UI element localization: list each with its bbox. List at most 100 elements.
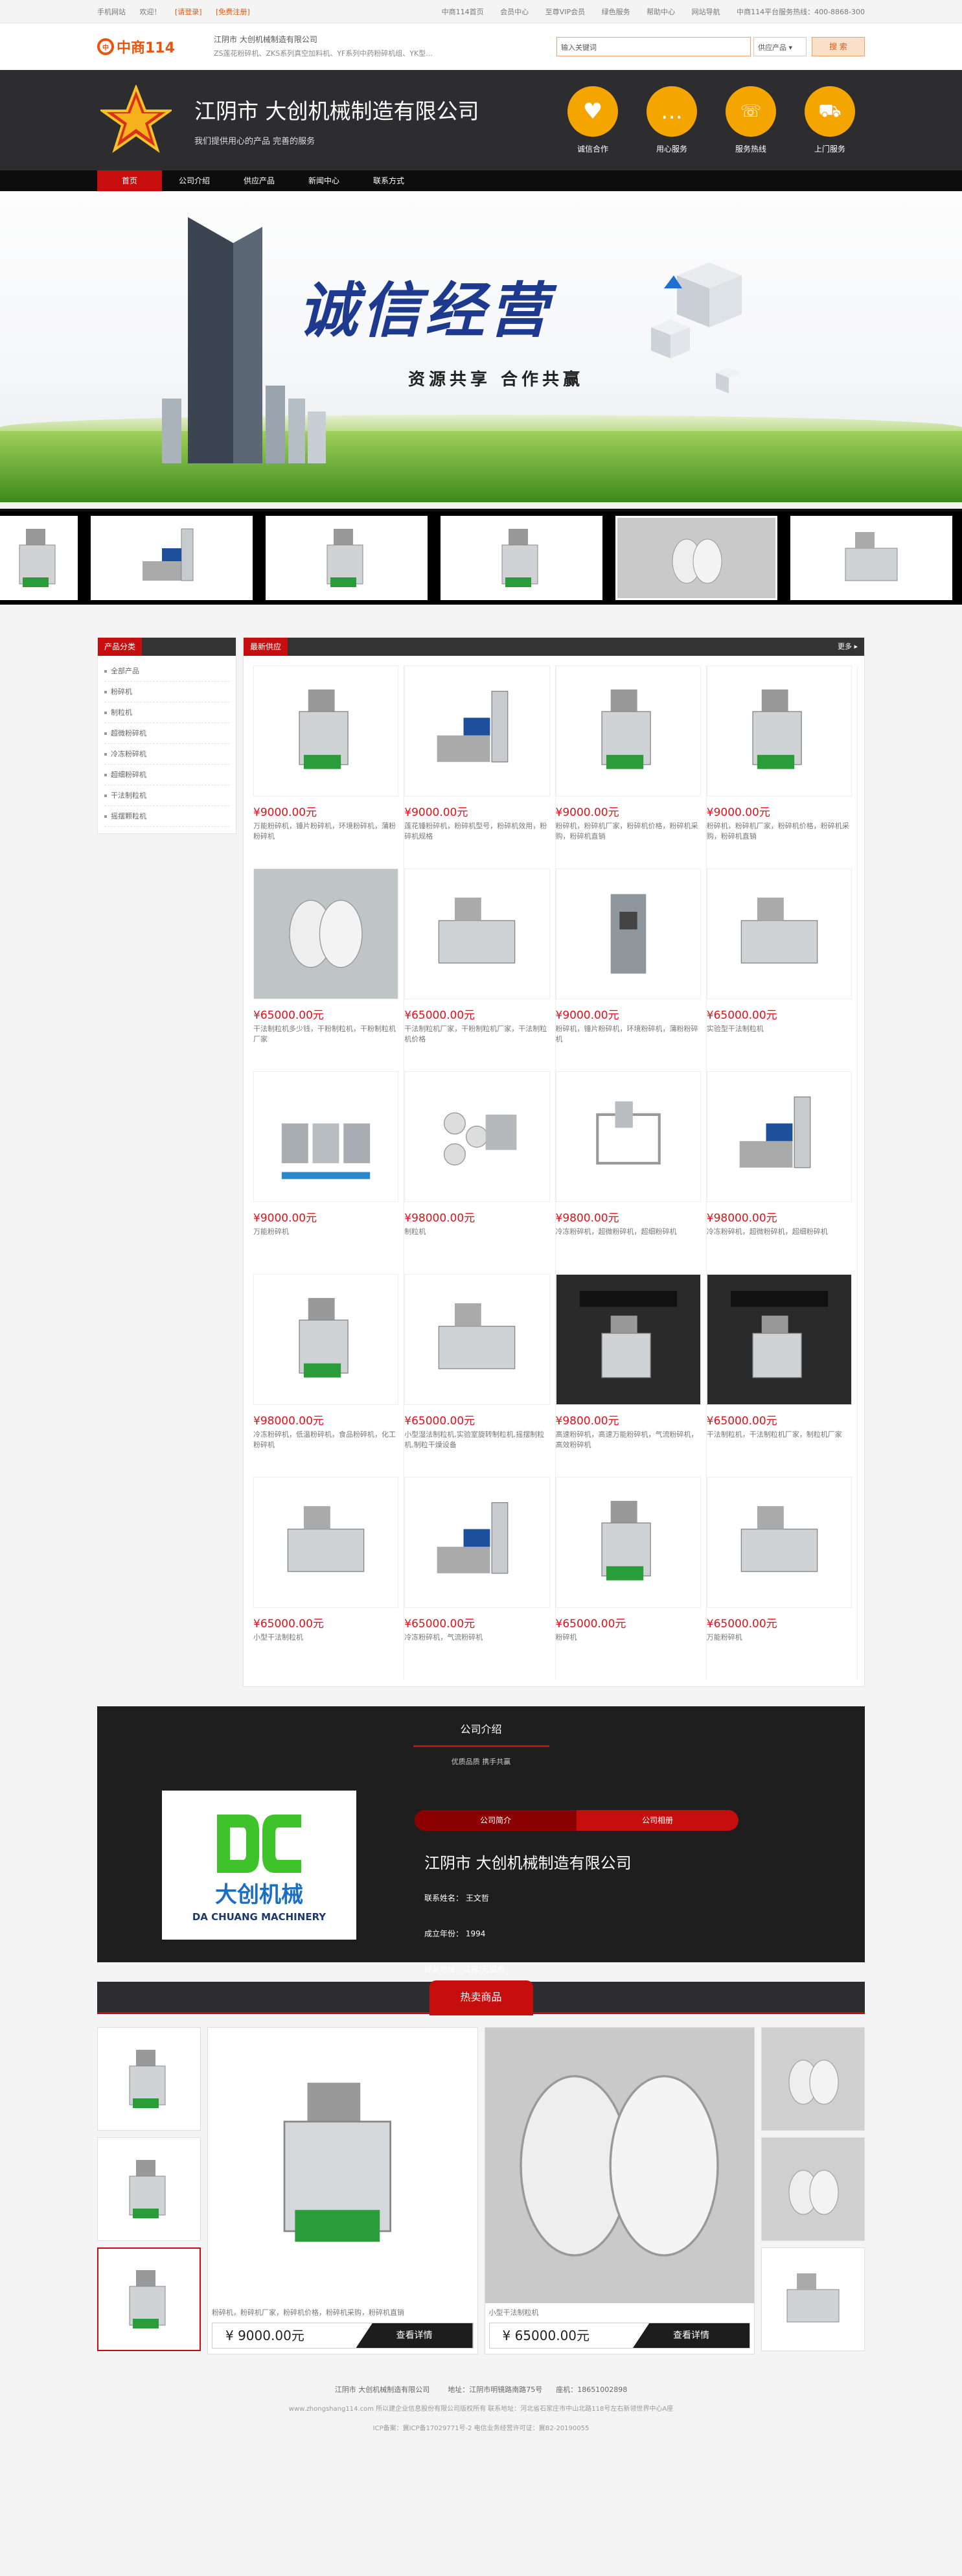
nav-products[interactable]: 供应产品 — [227, 170, 292, 191]
product-desc[interactable]: 万能粉碎机 — [253, 1227, 398, 1249]
product-card[interactable]: ¥65000.00元 小型湿法制粒机,实验室旋转制粒机,摇摆制粒机,制粒干燥设备 — [404, 1274, 556, 1477]
hot-thumb-selected[interactable] — [97, 2247, 201, 2351]
product-image[interactable] — [404, 1071, 550, 1202]
product-desc[interactable]: 小型湿法制粒机,实验室旋转制粒机,摇摆制粒机,制粒干燥设备 — [404, 1430, 549, 1452]
product-desc[interactable]: 干法制粒机多少钱，干粉制粒机，干粉制粒机厂家 — [253, 1024, 398, 1046]
category-item[interactable]: 超微粉碎机 — [104, 723, 229, 744]
product-card[interactable]: ¥9000.00元 粉碎机，粉碎机厂家，粉碎机价格，粉碎机采购，粉碎机直销 — [706, 666, 858, 868]
product-desc[interactable]: 粉碎机，粉碎机厂家，粉碎机价格，粉碎机采购，粉碎机直销 — [707, 821, 852, 843]
strip-thumb[interactable] — [790, 516, 952, 600]
more-link[interactable]: 更多 ▸ — [838, 638, 858, 656]
category-item-all[interactable]: 全部产品 — [104, 661, 229, 682]
register-link[interactable]: [免费注册] — [216, 8, 250, 16]
product-card[interactable]: ¥98000.00元 冷冻粉碎机，超微粉碎机，超细粉碎机 — [706, 1071, 858, 1274]
product-image[interactable] — [706, 1477, 852, 1608]
product-desc[interactable]: 干法制粒机，干法制粒机厂家，制粒机厂家 — [707, 1430, 852, 1452]
product-image[interactable] — [253, 1477, 399, 1608]
product-desc[interactable]: 实验型干法制粒机 — [707, 1024, 852, 1046]
product-card[interactable]: ¥65000.00元 干法制粒机多少钱，干粉制粒机，干粉制粒机厂家 — [253, 868, 405, 1071]
tab-company-profile[interactable]: 公司简介 — [415, 1810, 577, 1831]
category-item[interactable]: 超细粉碎机 — [104, 765, 229, 785]
product-image[interactable] — [555, 1071, 701, 1202]
mobile-site-link[interactable]: 手机网站 — [97, 8, 126, 16]
product-desc[interactable]: 粉碎机，粉碎机厂家，粉碎机价格，粉碎机采购，粉碎机直销 — [556, 821, 701, 843]
top-link-home[interactable]: 中商114首页 — [442, 8, 484, 16]
product-card[interactable]: ¥98000.00元 制粒机 — [404, 1071, 556, 1274]
product-desc[interactable]: 冷冻粉碎机，超微粉碎机，超细粉碎机 — [556, 1227, 701, 1249]
search-input[interactable]: 输入关键词 — [556, 37, 751, 56]
product-desc[interactable]: 粉碎机，锤片粉碎机，环境粉碎机，蒲粉粉碎机 — [556, 1024, 701, 1046]
product-image[interactable] — [555, 868, 701, 999]
product-card[interactable]: ¥98000.00元 冷冻粉碎机，低温粉碎机，食品粉碎机，化工粉碎机 — [253, 1274, 405, 1477]
product-image[interactable] — [706, 868, 852, 999]
tab-company-album[interactable]: 公司相册 — [577, 1810, 739, 1831]
product-image[interactable] — [404, 1274, 550, 1405]
search-type-select[interactable]: 供应产品 ▾ — [753, 37, 807, 56]
product-desc[interactable]: 万能粉碎机，锤片粉碎机，环境粉碎机，蒲粉粉碎机 — [253, 821, 398, 843]
nav-contact[interactable]: 联系方式 — [356, 170, 421, 191]
product-desc[interactable]: 冷冻粉碎机，低温粉碎机，食品粉碎机，化工粉碎机 — [253, 1430, 398, 1452]
hot-feature-card[interactable]: 粉碎机，粉碎机厂家，粉碎机价格，粉碎机采购，粉碎机直销 ¥ 9000.00元 查… — [207, 2027, 478, 2354]
top-link-vip[interactable]: 至尊VIP会员 — [545, 8, 585, 16]
product-desc[interactable]: 小型干法制粒机 — [253, 1632, 398, 1654]
category-item[interactable]: 粉碎机 — [104, 682, 229, 702]
product-desc[interactable]: 冷冻粉碎机，气流粉碎机 — [404, 1632, 549, 1654]
hot-thumb[interactable] — [761, 2027, 865, 2131]
product-image[interactable] — [555, 1274, 701, 1405]
product-card[interactable]: ¥65000.00元 干法制粒机，干法制粒机厂家，制粒机厂家 — [706, 1274, 858, 1477]
product-card[interactable]: ¥9000.00元 粉碎机，粉碎机厂家，粉碎机价格，粉碎机采购，粉碎机直销 — [555, 666, 707, 868]
product-card[interactable]: ¥9800.00元 高速粉碎机，高速万能粉碎机，气流粉碎机，高效粉碎机 — [555, 1274, 707, 1477]
search-button[interactable]: 搜 索 — [812, 37, 865, 56]
hot-thumb[interactable] — [97, 2027, 201, 2131]
product-card[interactable]: ¥65000.00元 粉碎机 — [555, 1477, 707, 1680]
product-card[interactable]: ¥65000.00元 小型干法制粒机 — [253, 1477, 405, 1680]
category-item[interactable]: 干法制粒机 — [104, 785, 229, 806]
product-desc[interactable]: 万能粉碎机 — [707, 1632, 852, 1654]
product-card[interactable]: ¥9000.00元 万能粉碎机，锤片粉碎机，环境粉碎机，蒲粉粉碎机 — [253, 666, 405, 868]
product-image[interactable] — [404, 1477, 550, 1608]
strip-thumb[interactable] — [441, 516, 602, 600]
top-link-sitemap[interactable]: 网站导航 — [692, 8, 720, 16]
product-card[interactable]: ¥65000.00元 万能粉碎机 — [706, 1477, 858, 1680]
product-desc[interactable]: 莲花锤粉碎机，粉碎机型号，粉碎机效用，粉碎机规格 — [404, 821, 549, 843]
nav-news[interactable]: 新闻中心 — [292, 170, 356, 191]
hot-thumb[interactable] — [761, 2247, 865, 2351]
product-image[interactable] — [253, 666, 399, 796]
category-item[interactable]: 摇摆颗粒机 — [104, 806, 229, 827]
product-card[interactable]: ¥9000.00元 莲花锤粉碎机，粉碎机型号，粉碎机效用，粉碎机规格 — [404, 666, 556, 868]
product-image[interactable] — [555, 1477, 701, 1608]
hot-thumb[interactable] — [761, 2137, 865, 2241]
product-image[interactable] — [555, 666, 701, 796]
top-link-help[interactable]: 帮助中心 — [647, 8, 675, 16]
strip-thumb[interactable] — [266, 516, 428, 600]
product-image[interactable] — [706, 1071, 852, 1202]
product-image[interactable] — [253, 868, 399, 999]
category-item[interactable]: 冷冻粉碎机 — [104, 744, 229, 765]
nav-home[interactable]: 首页 — [97, 170, 162, 191]
product-card[interactable]: ¥65000.00元 冷冻粉碎机，气流粉碎机 — [404, 1477, 556, 1680]
footer-icp[interactable]: ICP备案：冀ICP备17029771号-2 电信业务经营许可证：冀B2-201… — [0, 2419, 962, 2439]
site-logo[interactable]: 中 中商114 — [97, 36, 207, 57]
hot-feature-card[interactable]: 小型干法制粒机 ¥ 65000.00元 查看详情 — [484, 2027, 755, 2354]
nav-about[interactable]: 公司介绍 — [162, 170, 227, 191]
product-image[interactable] — [253, 1274, 399, 1405]
product-desc[interactable]: 冷冻粉碎机，超微粉碎机，超细粉碎机 — [707, 1227, 852, 1249]
product-desc[interactable]: 干法制粒机厂家，干粉制粒机厂家，干法制粒机价格 — [404, 1024, 549, 1046]
product-image[interactable] — [706, 1274, 852, 1405]
view-detail-button[interactable]: 查看详情 — [356, 2323, 473, 2348]
product-desc[interactable]: 粉碎机 — [556, 1632, 701, 1654]
product-image[interactable] — [253, 1071, 399, 1202]
product-image[interactable] — [706, 666, 852, 796]
product-card[interactable]: ¥9000.00元 粉碎机，锤片粉碎机，环境粉碎机，蒲粉粉碎机 — [555, 868, 707, 1071]
product-image[interactable] — [404, 868, 550, 999]
product-card[interactable]: ¥65000.00元 干法制粒机厂家，干粉制粒机厂家，干法制粒机价格 — [404, 868, 556, 1071]
product-card[interactable]: ¥65000.00元 实验型干法制粒机 — [706, 868, 858, 1071]
product-card[interactable]: ¥9000.00元 万能粉碎机 — [253, 1071, 405, 1274]
product-card[interactable]: ¥9800.00元 冷冻粉碎机，超微粉碎机，超细粉碎机 — [555, 1071, 707, 1274]
strip-thumb[interactable] — [91, 516, 253, 600]
product-desc[interactable]: 高速粉碎机，高速万能粉碎机，气流粉碎机，高效粉碎机 — [556, 1430, 701, 1452]
login-link[interactable]: [请登录] — [175, 8, 202, 16]
top-link-green[interactable]: 绿色服务 — [602, 8, 630, 16]
category-item[interactable]: 制粒机 — [104, 702, 229, 723]
view-detail-button[interactable]: 查看详情 — [633, 2323, 750, 2348]
